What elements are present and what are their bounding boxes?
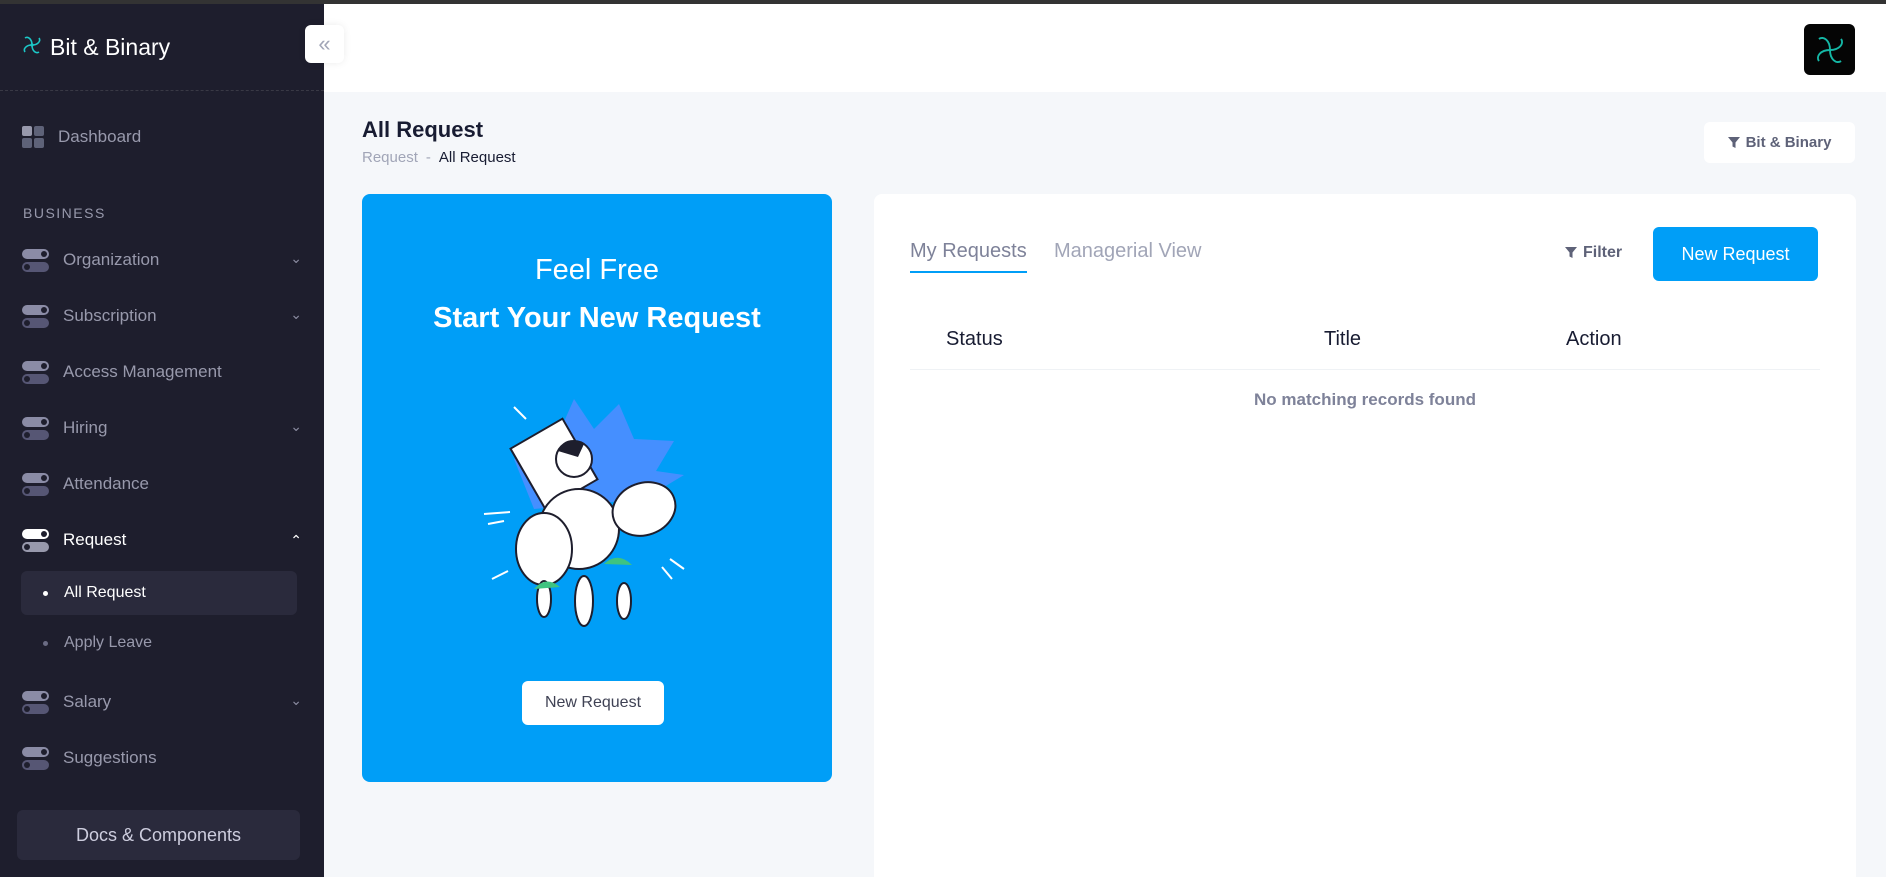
double-chevron-left-icon: «	[318, 31, 331, 56]
app-title: Bit & Binary	[50, 33, 171, 60]
sidebar-item-access-management[interactable]: Access Management	[22, 352, 302, 392]
breadcrumb-separator: -	[425, 149, 431, 166]
chevron-down-icon: ⌄	[290, 306, 302, 322]
sidebar-item-subscription[interactable]: Subscription ⌄	[22, 296, 302, 336]
sidebar-collapse-button[interactable]: «	[305, 25, 344, 63]
tab-my-requests[interactable]: My Requests	[910, 240, 1027, 273]
filter-button[interactable]: Filter	[1565, 244, 1622, 262]
sidebar-item-dashboard[interactable]: Dashboard	[22, 117, 302, 157]
toggle-icon	[22, 248, 49, 272]
sidebar-item-label: Attendance	[63, 474, 150, 493]
sidebar-item-label: Access Management	[63, 362, 222, 381]
sidebar: Bit & Binary Dashboard BUSINESS Organiza…	[0, 4, 324, 877]
sidebar-subitem-all-request[interactable]: All Request	[21, 571, 297, 615]
new-request-promo-card: Feel Free Start Your New Request New Req…	[362, 194, 832, 782]
chevron-down-icon: ⌄	[290, 250, 302, 266]
sidebar-item-label: Dashboard	[58, 127, 142, 146]
grid-icon	[22, 126, 44, 148]
organization-filter-label: Bit & Binary	[1745, 134, 1832, 151]
sidebar-item-organization[interactable]: Organization ⌄	[22, 240, 302, 280]
sidebar-item-label: Suggestions	[63, 748, 157, 767]
window-top-border	[0, 0, 1886, 4]
toggle-icon	[22, 528, 49, 552]
user-avatar[interactable]	[1804, 24, 1855, 75]
bullet-icon	[43, 590, 48, 596]
new-request-button[interactable]: New Request	[1653, 227, 1818, 281]
sidebar-item-label: Request	[63, 530, 127, 549]
pinwheel-logo-icon	[20, 33, 44, 62]
toggle-icon	[22, 746, 49, 770]
sidebar-item-salary[interactable]: Salary ⌄	[22, 682, 302, 722]
sidebar-item-suggestions[interactable]: Suggestions	[22, 738, 302, 778]
funnel-icon	[1565, 247, 1577, 258]
organization-filter-button[interactable]: Bit & Binary	[1704, 122, 1855, 163]
toggle-icon	[22, 416, 49, 440]
toggle-icon	[22, 690, 49, 714]
logo-row[interactable]: Bit & Binary	[0, 4, 324, 91]
sidebar-item-label: Salary	[63, 692, 112, 711]
man-on-tricycle-illustration	[483, 399, 685, 627]
table-header-action: Action	[1566, 328, 1622, 350]
sidebar-item-request[interactable]: Request ⌃	[22, 520, 302, 560]
table-header-title[interactable]: Title	[1324, 328, 1361, 351]
promo-heading: Feel Free	[534, 254, 660, 286]
sidebar-section-title: BUSINESS	[23, 205, 106, 221]
requests-card: My Requests Managerial View Filter New R…	[874, 194, 1856, 877]
breadcrumb-item-current: All Request	[438, 149, 516, 166]
sidebar-item-label: Organization	[63, 250, 160, 269]
table-divider	[910, 369, 1820, 370]
top-header	[324, 4, 1886, 92]
sidebar-subitem-label: Apply Leave	[64, 634, 153, 651]
chevron-down-icon: ⌄	[290, 692, 302, 708]
promo-subheading: Start Your New Request	[433, 302, 761, 334]
pinwheel-avatar-icon	[1816, 36, 1843, 63]
toggle-icon	[22, 360, 49, 384]
table-header-status[interactable]: Status	[946, 328, 1003, 351]
sidebar-item-attendance[interactable]: Attendance	[22, 464, 302, 504]
sidebar-item-label: Subscription	[63, 306, 157, 325]
filter-label: Filter	[1583, 244, 1623, 261]
bullet-icon	[43, 640, 48, 646]
sidebar-item-label: Hiring	[63, 418, 108, 437]
chevron-up-icon: ⌃	[290, 532, 302, 548]
breadcrumb: Request - All Request	[362, 149, 516, 166]
docs-components-button[interactable]: Docs & Components	[17, 810, 300, 860]
promo-new-request-button[interactable]: New Request	[522, 681, 664, 725]
funnel-icon	[1727, 136, 1740, 148]
sidebar-subitem-apply-leave[interactable]: Apply Leave	[21, 621, 297, 665]
sidebar-item-hiring[interactable]: Hiring ⌄	[22, 408, 302, 448]
chevron-down-icon: ⌄	[290, 418, 302, 434]
tab-managerial-view[interactable]: Managerial View	[1054, 240, 1202, 263]
toggle-icon	[22, 304, 49, 328]
page-title: All Request	[362, 117, 484, 142]
sidebar-subitem-label: All Request	[64, 584, 146, 601]
table-empty-message: No matching records found	[1254, 390, 1476, 409]
breadcrumb-item[interactable]: Request	[362, 149, 418, 166]
toggle-icon	[22, 472, 49, 496]
